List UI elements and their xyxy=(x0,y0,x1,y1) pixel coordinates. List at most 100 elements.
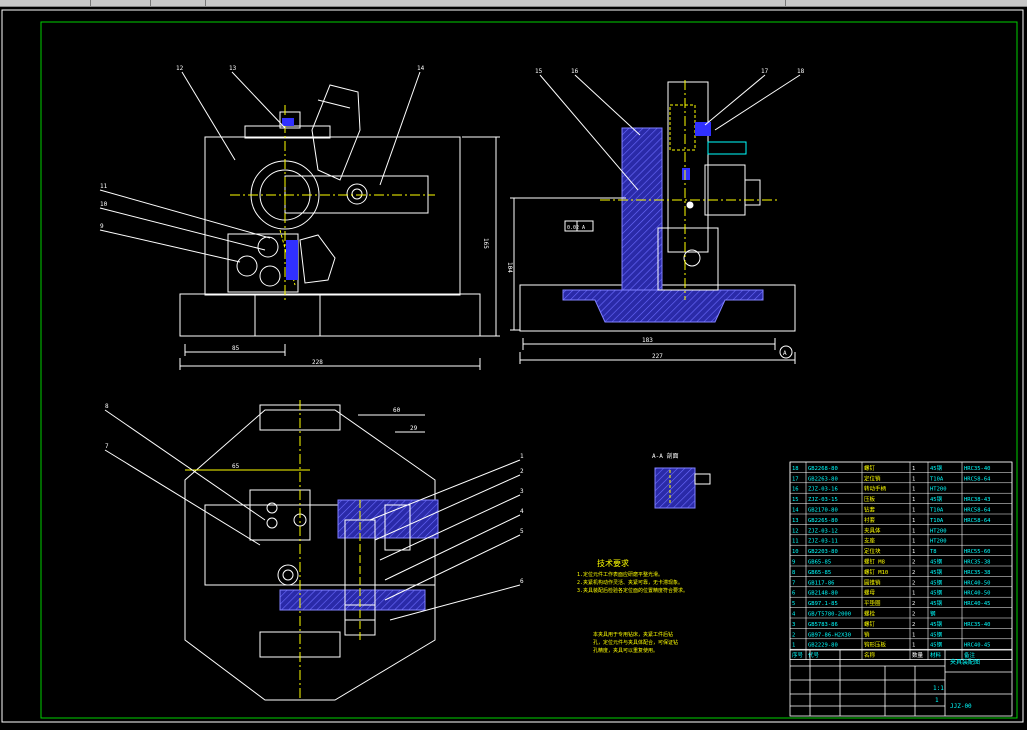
bom-cell: 螺钉 xyxy=(864,464,876,472)
cad-canvas[interactable]: 85 228 165 12 13 14 11 10 9 0.02 A 104 1… xyxy=(0,7,1027,726)
bom-cell: 1 xyxy=(912,466,915,472)
toolbar-tab[interactable] xyxy=(205,0,786,6)
bom-cell: 螺钉 M10 xyxy=(864,568,888,576)
bom-cell: HRC40-45 xyxy=(964,643,991,649)
bom-cell: GB2229-80 xyxy=(808,643,838,649)
bom-cell: 5 xyxy=(792,601,795,607)
bom-cell: ZJZ-03-15 xyxy=(808,497,838,503)
bom-cell: 1 xyxy=(912,497,915,503)
dim-side-part: 183 xyxy=(642,337,653,344)
balloon-10: 10 xyxy=(100,201,108,208)
bom-table: 18 GB2268-80 螺钉 1 45钢 HRC35-4017 GB2263-80 定位销 1… xyxy=(789,461,1013,661)
bom-cell: 45钢 xyxy=(930,641,943,649)
toolbar-tab[interactable] xyxy=(150,0,206,6)
bom-cell: T10A xyxy=(930,518,944,524)
front-view xyxy=(99,71,500,370)
tolerance-frame: 0.02 A xyxy=(567,225,585,231)
bom-cell: 2 xyxy=(912,622,915,628)
bom-cell: 17 xyxy=(792,476,799,482)
bom-cell: HRC40-50 xyxy=(964,580,991,586)
toolbar-tab[interactable] xyxy=(785,0,1027,6)
toolbar-tab[interactable] xyxy=(0,0,91,6)
bom-cell: 1 xyxy=(912,528,915,534)
dim-top-1: 65 xyxy=(232,463,240,470)
bom-cell: 16 xyxy=(792,487,799,493)
bom-cell: 2 xyxy=(912,570,915,576)
bom-cell: 45钢 xyxy=(930,589,943,597)
tech-note-1: 1.定位元件工作表面应研磨平整光滑。 xyxy=(577,571,663,578)
top-view xyxy=(104,400,521,701)
bom-cell: 7 xyxy=(792,580,795,586)
note-body-1: 本夹具用于专用钻床，夹紧工件后钻 xyxy=(593,631,673,638)
tech-note-3: 3.夹具装配后检验各定位面的位置精度符合要求。 xyxy=(577,587,688,594)
bom-cell: 45钢 xyxy=(930,568,943,576)
bom-header-cell: 序号 xyxy=(792,651,804,659)
bom-cell: HT200 xyxy=(930,528,947,534)
bom-cell: GB5783-86 xyxy=(808,622,838,628)
bom-cell: GB65-85 xyxy=(808,570,831,576)
bom-header-cell: 备注 xyxy=(964,651,976,659)
balloon-18: 18 xyxy=(797,68,805,75)
tech-requirements: 技术要求 1.定位元件工作表面应研磨平整光滑。 2.夹紧机构动作灵活、夹紧可靠，… xyxy=(577,558,688,654)
bom-cell: 定位销 xyxy=(864,474,881,482)
bom-cell: GB2265-80 xyxy=(808,518,838,524)
bom-header-cell: 数量 xyxy=(912,651,924,659)
balloon-13: 13 xyxy=(229,65,237,72)
bom-cell: GB97-86-H2X30 xyxy=(808,632,851,638)
toolbar-tab[interactable] xyxy=(90,0,151,6)
drawing-svg: 85 228 165 12 13 14 11 10 9 0.02 A 104 1… xyxy=(1,9,1024,723)
bom-cell: 衬套 xyxy=(864,516,876,524)
bom-cell: GB97.1-85 xyxy=(808,601,838,607)
bom-cell: 1 xyxy=(912,487,915,493)
bom-cell: 螺钉 xyxy=(864,620,876,628)
bom-cell: 2 xyxy=(912,560,915,566)
bom-cell: 18 xyxy=(792,466,799,472)
bom-cell: GB117-86 xyxy=(808,580,835,586)
bom-cell: HRC35-40 xyxy=(964,622,991,628)
drawing-title: 夹具装配图 xyxy=(950,658,980,666)
bom-cell: 10 xyxy=(792,549,799,555)
bom-cell: 钢 xyxy=(930,610,936,618)
window-toolbar xyxy=(0,0,1027,7)
balloon-12: 12 xyxy=(176,65,184,72)
balloon-15: 15 xyxy=(535,68,543,75)
bom-cell: 45钢 xyxy=(930,599,943,607)
bom-cell: 6 xyxy=(792,591,795,597)
bom-cell: HT200 xyxy=(930,539,947,545)
drawing-number: JJZ-00 xyxy=(950,703,972,710)
bom-cell: 45钢 xyxy=(930,620,943,628)
bom-cell: 1 xyxy=(912,518,915,524)
bom-cell: 压板 xyxy=(864,495,876,503)
balloon-6: 6 xyxy=(520,578,524,585)
bom-cell: GB/T5780-2000 xyxy=(808,612,851,618)
bom-cell: 45钢 xyxy=(930,464,943,472)
bom-cell: GB2148-80 xyxy=(808,591,838,597)
balloon-4: 4 xyxy=(520,508,524,515)
bom-cell: 钩形压板 xyxy=(864,641,887,649)
bom-cell: 1 xyxy=(912,591,915,597)
bom-header-cell: 名称 xyxy=(864,651,876,659)
section-label: A-A 剖面 xyxy=(652,452,678,460)
bom-cell: HRC40-45 xyxy=(964,601,991,607)
balloon-3: 3 xyxy=(520,488,524,495)
dim-front-height: 165 xyxy=(482,238,489,249)
bom-cell: 1 xyxy=(912,643,915,649)
balloon-8: 8 xyxy=(105,403,109,410)
balloon-7: 7 xyxy=(105,443,109,450)
bom-cell: T10A xyxy=(930,508,944,514)
front-view-labels: 85 228 165 12 13 14 11 10 9 xyxy=(100,65,489,366)
bom-cell: 3 xyxy=(792,622,795,628)
balloon-5: 5 xyxy=(520,528,524,535)
bom-header-cell: 材料 xyxy=(930,651,942,659)
bom-cell: 1 xyxy=(912,476,915,482)
bom-cell: 螺栓 xyxy=(864,610,876,618)
bom-cell: 2 xyxy=(912,612,915,618)
balloon-11: 11 xyxy=(100,183,108,190)
bom-cell: 12 xyxy=(792,528,799,534)
bom-cell: 45钢 xyxy=(930,630,943,638)
bom-cell: 圆锥销 xyxy=(864,578,881,586)
bom-cell: 8 xyxy=(792,570,795,576)
dim-front-part: 85 xyxy=(232,345,240,352)
bom-cell: 支座 xyxy=(864,537,876,545)
section-detail xyxy=(654,467,711,509)
